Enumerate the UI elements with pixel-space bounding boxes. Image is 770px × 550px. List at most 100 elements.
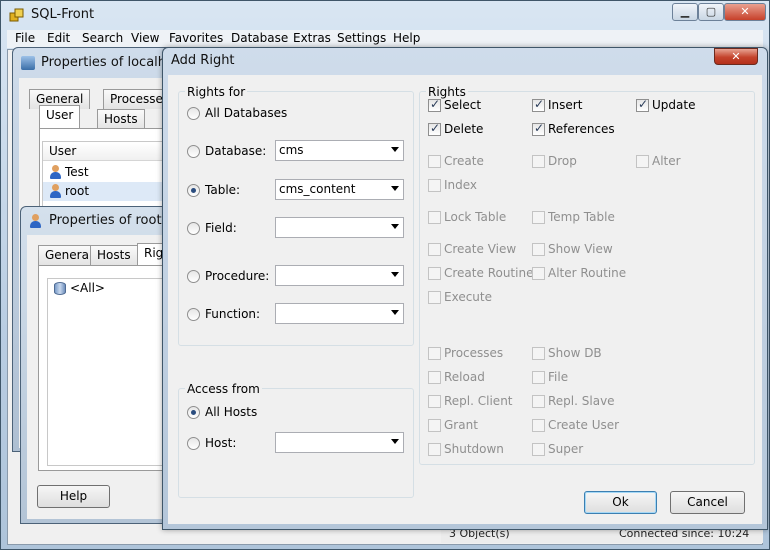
checkbox-alter-routine[interactable] bbox=[532, 267, 545, 280]
menu-database[interactable]: Database bbox=[231, 31, 288, 45]
checkbox-temp-table[interactable] bbox=[532, 211, 545, 224]
right-execute-option[interactable]: Execute bbox=[428, 289, 528, 307]
right-drop-option[interactable]: Drop bbox=[532, 153, 632, 171]
menu-favorites[interactable]: Favorites bbox=[169, 31, 223, 45]
right-show-view-option[interactable]: Show View bbox=[532, 241, 632, 259]
menu-view[interactable]: View bbox=[131, 31, 159, 45]
radio-field[interactable] bbox=[187, 222, 200, 235]
checkbox-show-db[interactable] bbox=[532, 347, 545, 360]
all-databases-option[interactable]: All Databases bbox=[179, 104, 399, 124]
checkbox-repl-slave[interactable] bbox=[532, 395, 545, 408]
checkbox-repl-client[interactable] bbox=[428, 395, 441, 408]
right-label: Repl. Client bbox=[444, 394, 513, 408]
right-show-db-option[interactable]: Show DB bbox=[532, 345, 632, 363]
checkbox-grant[interactable] bbox=[428, 419, 441, 432]
right-shutdown-option[interactable]: Shutdown bbox=[428, 441, 528, 459]
right-temp-table-option[interactable]: Temp Table bbox=[532, 209, 632, 227]
right-processes-option[interactable]: Processes bbox=[428, 345, 528, 363]
checkbox-lock-table[interactable] bbox=[428, 211, 441, 224]
menu-edit[interactable]: Edit bbox=[47, 31, 70, 45]
checkbox-delete[interactable] bbox=[428, 121, 441, 136]
tab-user[interactable]: User bbox=[39, 105, 81, 128]
right-file-option[interactable]: File bbox=[532, 369, 632, 387]
right-repl-slave-option[interactable]: Repl. Slave bbox=[532, 393, 632, 411]
checkbox-execute[interactable] bbox=[428, 291, 441, 304]
menu-file[interactable]: File bbox=[15, 31, 35, 45]
menu-settings[interactable]: Settings bbox=[337, 31, 386, 45]
cancel-button[interactable]: Cancel bbox=[670, 491, 745, 514]
radio-all-hosts[interactable] bbox=[187, 406, 200, 419]
function-label: Function: bbox=[205, 307, 261, 321]
checkbox-select[interactable] bbox=[428, 97, 441, 112]
ok-button[interactable]: Ok bbox=[584, 491, 657, 514]
right-insert-option[interactable]: Insert bbox=[532, 97, 632, 115]
right-create-routine-option[interactable]: Create Routine bbox=[428, 265, 533, 283]
menu-extras[interactable]: Extras bbox=[293, 31, 331, 45]
field-combo[interactable] bbox=[275, 217, 404, 238]
list-item[interactable]: root bbox=[43, 182, 165, 201]
radio-host[interactable] bbox=[187, 437, 200, 450]
checkbox-create-user[interactable] bbox=[532, 419, 545, 432]
right-alter-routine-option[interactable]: Alter Routine bbox=[532, 265, 632, 283]
main-titlebar[interactable]: SQL-Front ▁ ▢ ✕ bbox=[1, 1, 769, 29]
checkbox-create-routine[interactable] bbox=[428, 267, 441, 280]
radio-procedure[interactable] bbox=[187, 270, 200, 283]
tab-hosts[interactable]: Hosts bbox=[90, 245, 138, 265]
checkbox-alter[interactable] bbox=[636, 155, 649, 168]
right-lock-table-option[interactable]: Lock Table bbox=[428, 209, 528, 227]
checkbox-shutdown[interactable] bbox=[428, 443, 441, 456]
checkbox-update[interactable] bbox=[636, 97, 649, 112]
checkbox-super[interactable] bbox=[532, 443, 545, 456]
right-update-option[interactable]: Update bbox=[636, 97, 736, 115]
checkbox-insert[interactable] bbox=[532, 97, 545, 112]
server-icon bbox=[21, 56, 35, 70]
all-hosts-option[interactable]: All Hosts bbox=[179, 403, 399, 423]
right-select-option[interactable]: Select bbox=[428, 97, 528, 115]
menu-search[interactable]: Search bbox=[82, 31, 123, 45]
host-combo[interactable] bbox=[275, 432, 404, 453]
close-icon[interactable]: ✕ bbox=[714, 48, 758, 65]
right-references-option[interactable]: References bbox=[532, 121, 632, 139]
checkbox-drop[interactable] bbox=[532, 155, 545, 168]
table-combo[interactable]: cms_content bbox=[275, 179, 404, 200]
radio-database[interactable] bbox=[187, 145, 200, 158]
checkbox-index[interactable] bbox=[428, 179, 441, 192]
right-create-view-option[interactable]: Create View bbox=[428, 241, 528, 259]
maximize-button[interactable]: ▢ bbox=[698, 3, 724, 21]
right-label: Create Routine bbox=[444, 266, 534, 280]
radio-function[interactable] bbox=[187, 308, 200, 321]
rights-group: Rights SelectInsertUpdateDeleteReference… bbox=[419, 85, 755, 465]
procedure-combo[interactable] bbox=[275, 265, 404, 286]
right-super-option[interactable]: Super bbox=[532, 441, 632, 459]
list-item[interactable]: <All> bbox=[48, 279, 166, 298]
function-combo[interactable] bbox=[275, 303, 404, 324]
checkbox-create-view[interactable] bbox=[428, 243, 441, 256]
right-label: Create User bbox=[548, 418, 620, 432]
radio-all-databases[interactable] bbox=[187, 107, 200, 120]
right-index-option[interactable]: Index bbox=[428, 177, 528, 195]
minimize-button[interactable]: ▁ bbox=[672, 3, 698, 21]
all-databases-label: All Databases bbox=[205, 106, 288, 120]
right-grant-option[interactable]: Grant bbox=[428, 417, 528, 435]
database-combo[interactable]: cms bbox=[275, 140, 404, 161]
checkbox-file[interactable] bbox=[532, 371, 545, 384]
right-alter-option[interactable]: Alter bbox=[636, 153, 736, 171]
checkbox-show-view[interactable] bbox=[532, 243, 545, 256]
checkbox-references[interactable] bbox=[532, 121, 545, 136]
checkbox-reload[interactable] bbox=[428, 371, 441, 384]
radio-table[interactable] bbox=[187, 184, 200, 197]
right-delete-option[interactable]: Delete bbox=[428, 121, 528, 139]
tab-processes[interactable]: Processe bbox=[103, 89, 170, 109]
close-main-button[interactable]: ✕ bbox=[724, 3, 766, 21]
tab-hosts[interactable]: Hosts bbox=[97, 109, 145, 129]
list-item[interactable]: Test bbox=[43, 163, 165, 182]
checkbox-processes[interactable] bbox=[428, 347, 441, 360]
right-create-user-option[interactable]: Create User bbox=[532, 417, 632, 435]
right-repl-client-option[interactable]: Repl. Client bbox=[428, 393, 528, 411]
user-column-header[interactable]: User bbox=[43, 142, 165, 161]
right-create-option[interactable]: Create bbox=[428, 153, 528, 171]
right-reload-option[interactable]: Reload bbox=[428, 369, 528, 387]
menu-help[interactable]: Help bbox=[393, 31, 420, 45]
help-button[interactable]: Help bbox=[37, 485, 110, 508]
checkbox-create[interactable] bbox=[428, 155, 441, 168]
